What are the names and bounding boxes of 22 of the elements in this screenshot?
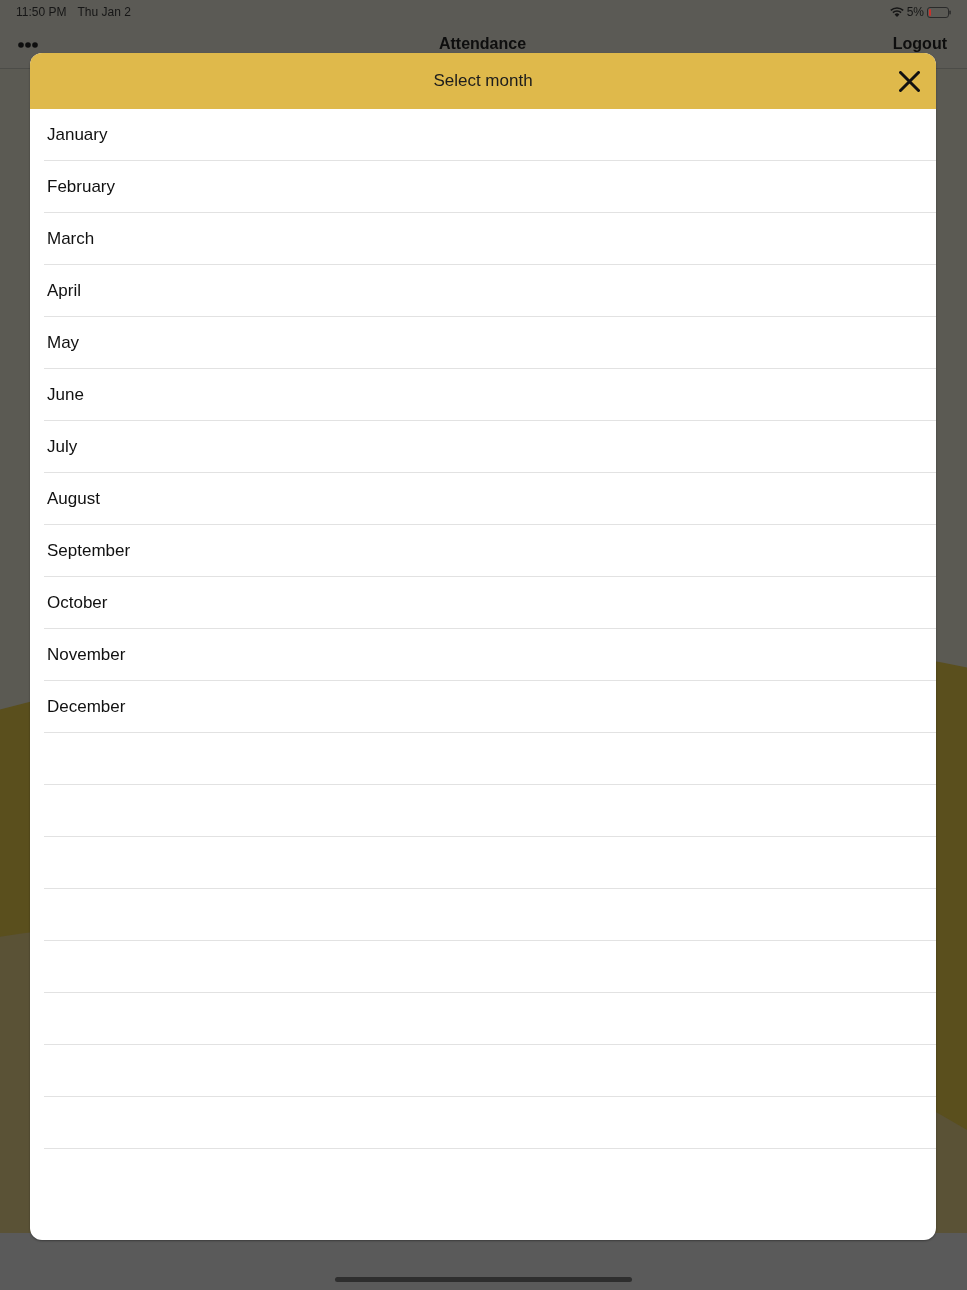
month-item[interactable]: March [44,213,936,265]
month-item[interactable]: January [44,109,936,161]
month-item[interactable]: April [44,265,936,317]
month-item[interactable]: December [44,681,936,733]
month-item[interactable]: February [44,161,936,213]
month-item[interactable]: July [44,421,936,473]
battery-percentage: 5% [906,5,924,19]
status-date: Thu Jan 2 [77,5,131,19]
more-icon[interactable] [18,42,38,48]
month-item[interactable]: September [44,525,936,577]
month-item[interactable]: November [44,629,936,681]
close-icon [899,70,920,92]
month-item[interactable]: May [44,317,936,369]
status-time: 11:50 PM [16,5,67,19]
dialog-title: Select month [433,71,533,91]
close-button[interactable] [899,70,920,92]
month-item[interactable]: August [44,473,936,525]
month-item[interactable]: October [44,577,936,629]
battery-icon [927,6,951,18]
month-item[interactable]: June [44,369,936,421]
wifi-icon [889,7,904,17]
page-title: Attendance [438,36,527,52]
